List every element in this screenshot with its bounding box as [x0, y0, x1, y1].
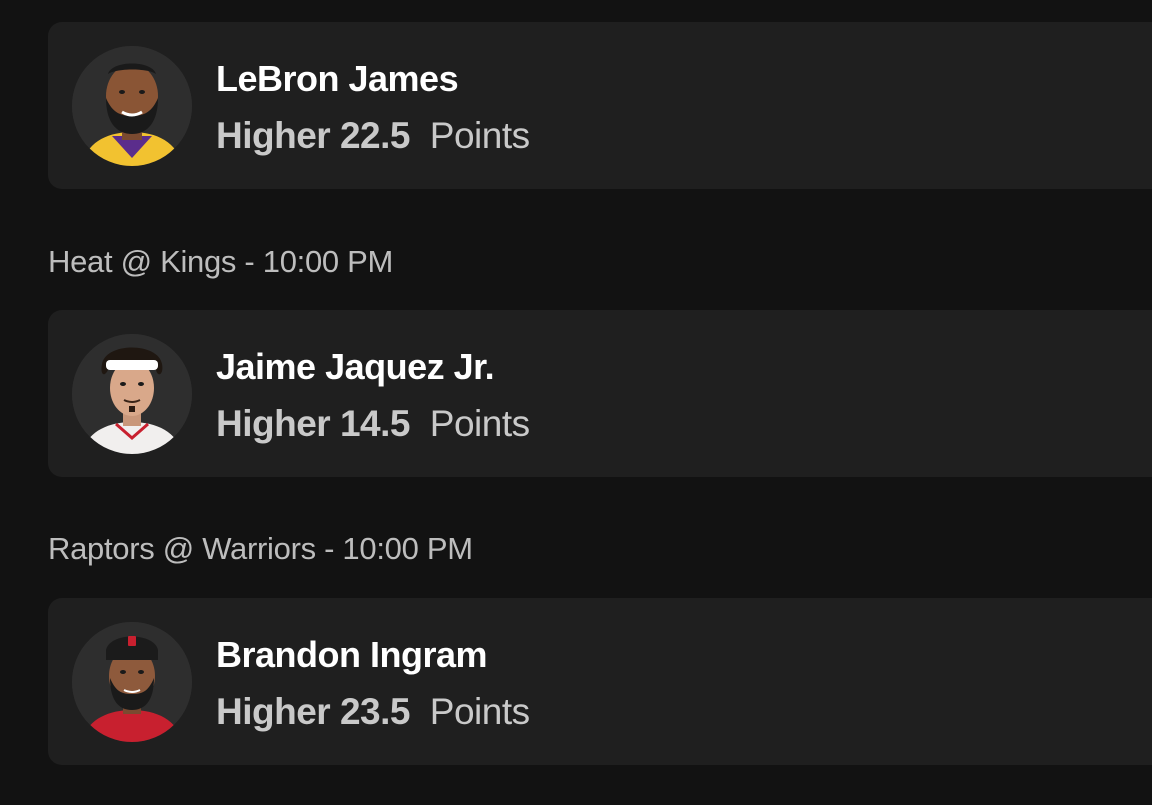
pick-direction: Higher: [216, 691, 331, 732]
pick-stat: Points: [429, 691, 530, 732]
pick-line: Higher 14.5 Points: [216, 403, 530, 445]
pick-direction: Higher: [216, 403, 331, 444]
pick-line-value: 22.5: [339, 115, 411, 156]
player-avatar: [72, 334, 192, 454]
pick-direction: Higher: [216, 115, 331, 156]
player-pick-card[interactable]: LeBron James Higher 22.5 Points: [48, 22, 1152, 189]
pick-line: Higher 22.5 Points: [216, 115, 530, 157]
player-avatar: [72, 622, 192, 742]
game-header: Heat @ Kings - 10:00 PM: [48, 244, 394, 279]
pick-line-value: 14.5: [339, 403, 411, 444]
player-pick-card[interactable]: Brandon Ingram Higher 23.5 Points: [48, 598, 1152, 765]
player-name: Brandon Ingram: [216, 634, 488, 675]
game-header: Raptors @ Warriors - 10:00 PM: [48, 531, 473, 566]
pick-line: Higher 23.5 Points: [216, 691, 530, 733]
player-name: LeBron James: [216, 58, 459, 99]
player-name: Jaime Jaquez Jr.: [216, 346, 495, 387]
player-headshot-icon: [72, 334, 192, 454]
player-headshot-icon: [72, 622, 192, 742]
player-pick-card[interactable]: Jaime Jaquez Jr. Higher 14.5 Points: [48, 310, 1152, 477]
player-headshot-icon: [72, 46, 192, 166]
player-avatar: [72, 46, 192, 166]
pick-stat: Points: [429, 115, 530, 156]
pick-line-value: 23.5: [339, 691, 411, 732]
pick-stat: Points: [429, 403, 530, 444]
